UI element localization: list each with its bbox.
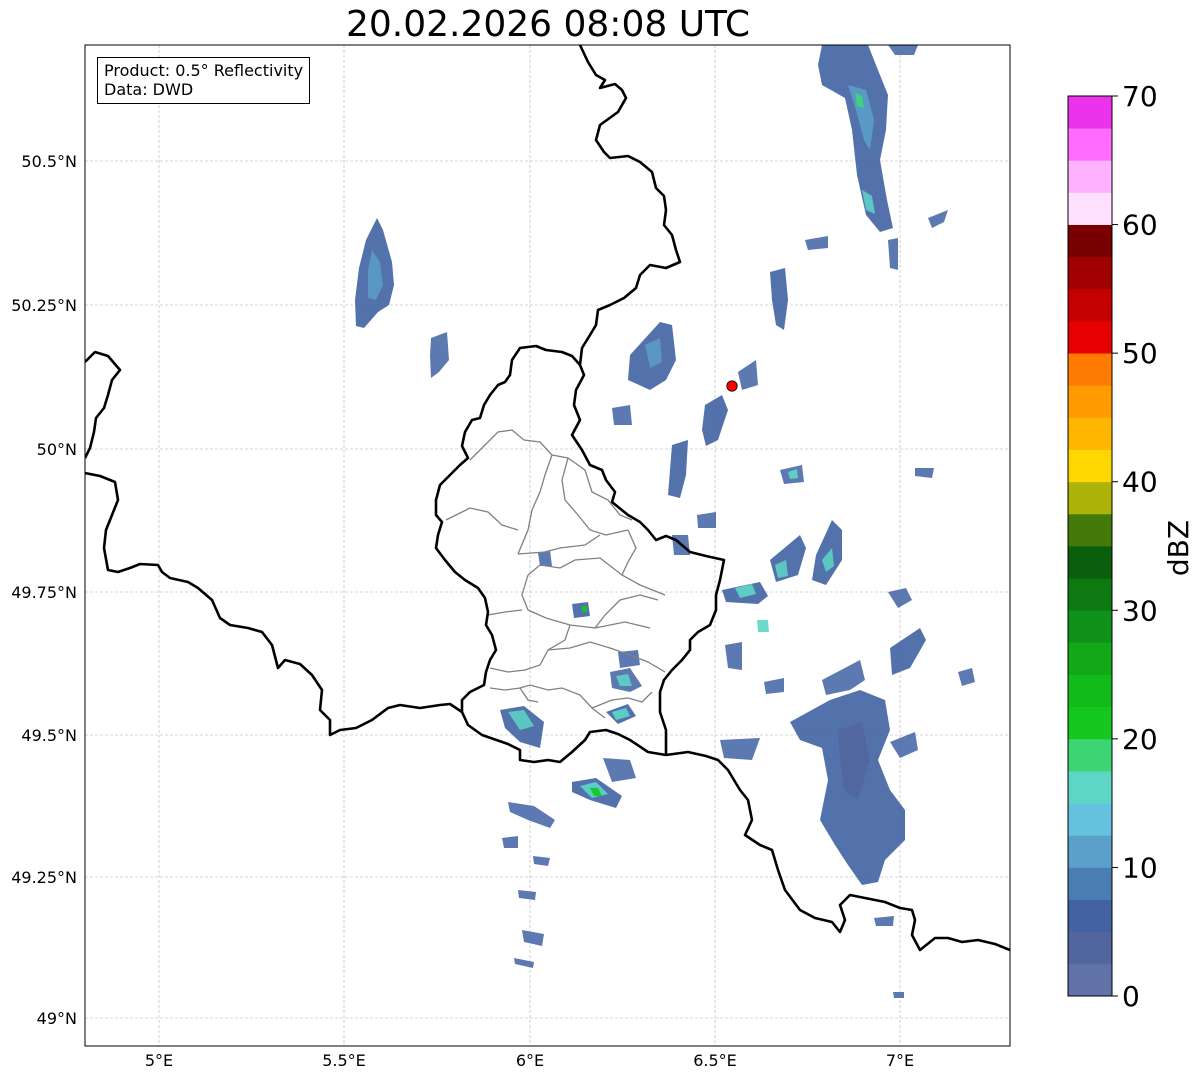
colorbar-bin [1068, 96, 1112, 129]
colorbar-tick-label: 60 [1122, 209, 1158, 242]
colorbar-bin [1068, 803, 1112, 836]
lon-tick-6-5: 6.5°E [693, 1051, 737, 1070]
colorbar-bin [1068, 481, 1112, 515]
lat-tick-49-75: 49.75°N [11, 583, 77, 602]
colorbar-bin [1068, 963, 1112, 997]
lat-axis-labels: 50.5°N 50.25°N 50°N 49.75°N 49.5°N 49.25… [11, 152, 77, 1028]
lat-tick-49: 49°N [37, 1009, 77, 1028]
echo-cell [618, 650, 640, 668]
colorbar-ticks: 0 10 20 30 40 50 60 70 [1112, 80, 1158, 1013]
colorbar-tick-label: 10 [1122, 851, 1158, 884]
lat-tick-49-5: 49.5°N [21, 726, 77, 745]
echo-cell [502, 836, 518, 848]
colorbar-unit-label: dBZ [1162, 520, 1195, 576]
map-figure: 20.02.2026 08:08 UTC 5°E 5.5°E 6°E 6.5°E… [0, 0, 1202, 1081]
colorbar-bin [1068, 642, 1112, 675]
colorbar-tick-label: 30 [1122, 594, 1158, 627]
colorbar-bin [1068, 867, 1112, 900]
lon-tick-6: 6°E [516, 1051, 544, 1070]
colorbar-bin [1068, 674, 1112, 708]
colorbar-bin [1068, 546, 1112, 579]
colorbar-bin [1068, 578, 1112, 611]
colorbar-bin [1068, 417, 1112, 450]
colorbar-bin [1068, 610, 1112, 643]
map-canvas: 5°E 5.5°E 6°E 6.5°E 7°E 50.5°N 50.25°N 5… [11, 44, 1195, 1070]
colorbar-tick-label: 20 [1122, 723, 1158, 756]
colorbar-bin [1068, 288, 1112, 322]
radar-site-marker[interactable] [726, 380, 738, 392]
colorbar-bin [1068, 931, 1112, 965]
data-source-label: Data: DWD [104, 80, 194, 99]
colorbar-tick-label: 70 [1122, 80, 1158, 113]
lon-tick-5: 5°E [145, 1051, 173, 1070]
colorbar-bins [1068, 96, 1112, 997]
colorbar-tick-label: 40 [1122, 466, 1158, 499]
echo-cell [572, 602, 590, 618]
colorbar-bin [1068, 771, 1112, 804]
colorbar-bin [1068, 449, 1112, 483]
colorbar-bin [1068, 256, 1112, 290]
lon-axis-labels: 5°E 5.5°E 6°E 6.5°E 7°E [145, 1051, 914, 1070]
colorbar-bin [1068, 835, 1112, 868]
lon-tick-5-5: 5.5°E [322, 1051, 366, 1070]
colorbar-bin [1068, 706, 1112, 740]
echo-cell [757, 620, 769, 632]
info-box: Product: 0.5° Reflectivity Data: DWD [97, 57, 311, 104]
echo-cell [893, 992, 904, 998]
colorbar-bin [1068, 899, 1112, 933]
colorbar: 0 10 20 30 40 50 60 70 dBZ [1067, 80, 1195, 1013]
echo-cell [612, 405, 632, 425]
colorbar-bin [1068, 192, 1112, 225]
colorbar-tick-label: 0 [1122, 980, 1140, 1013]
lat-tick-50: 50°N [37, 440, 77, 459]
lat-tick-49-25: 49.25°N [11, 868, 77, 887]
lon-tick-7: 7°E [886, 1051, 914, 1070]
colorbar-bin [1068, 160, 1112, 193]
lat-tick-50-5: 50.5°N [21, 152, 77, 171]
colorbar-bin [1068, 385, 1112, 418]
product-label: Product: 0.5° Reflectivity [104, 61, 304, 80]
colorbar-tick-label: 50 [1122, 337, 1158, 370]
colorbar-bin [1068, 224, 1112, 258]
colorbar-bin [1068, 738, 1112, 772]
colorbar-bin [1068, 321, 1112, 354]
colorbar-bin [1068, 353, 1112, 386]
colorbar-bin [1068, 513, 1112, 547]
lat-tick-50-25: 50.25°N [11, 296, 77, 315]
echo-cell [582, 606, 587, 612]
colorbar-bin [1068, 128, 1112, 161]
